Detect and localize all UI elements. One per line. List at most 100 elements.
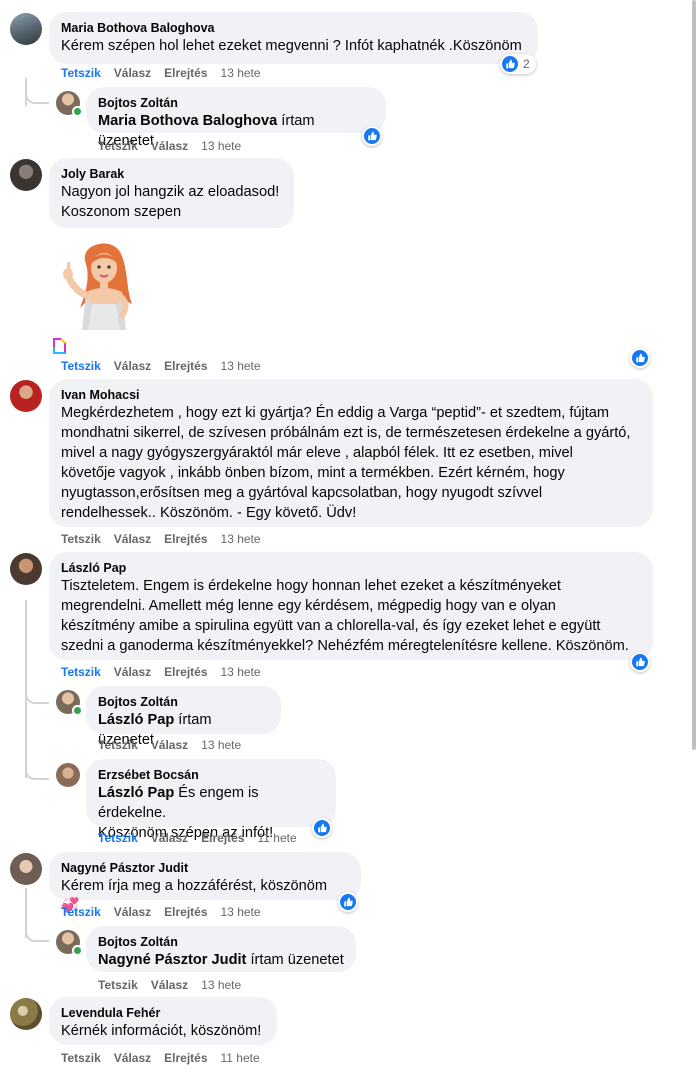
reaction-count: 2: [523, 57, 530, 71]
avatar[interactable]: [10, 159, 42, 191]
comment-author[interactable]: Levendula Fehér: [61, 1005, 265, 1021]
hide-button[interactable]: Elrejtés: [164, 359, 207, 373]
like-button[interactable]: Tetszik: [61, 905, 101, 919]
timestamp[interactable]: 13 hete: [221, 532, 261, 546]
avatar[interactable]: [10, 553, 42, 585]
thread-connector: [25, 756, 49, 780]
thread-connector: [25, 78, 49, 104]
comment-actions: Tetszik Válasz Elrejtés 11 hete: [61, 1051, 273, 1065]
comment-actions: Tetszik Válasz Elrejtés 13 hete: [61, 532, 274, 546]
like-button[interactable]: Tetszik: [61, 1051, 101, 1065]
reply-button[interactable]: Válasz: [114, 1051, 151, 1065]
avatar[interactable]: [10, 13, 42, 45]
online-status-indicator: [72, 705, 83, 716]
comment-bubble: Bojtos Zoltán Maria Bothova Baloghova ír…: [86, 87, 386, 149]
hide-button[interactable]: Elrejtés: [164, 1051, 207, 1065]
like-button[interactable]: Tetszik: [61, 665, 101, 679]
like-button[interactable]: Tetszik: [98, 831, 138, 845]
avatar[interactable]: [10, 380, 42, 412]
like-icon: [502, 56, 518, 72]
timestamp[interactable]: 13 hete: [221, 66, 261, 80]
reaction-summary[interactable]: [630, 348, 650, 368]
reaction-summary[interactable]: [312, 818, 332, 838]
comment-text: Megkérdezhetem , hogy ezt ki gyártja? Én…: [61, 405, 631, 521]
comment-text: Kérnék információt, köszönöm!: [61, 1023, 262, 1039]
avatar[interactable]: [56, 763, 80, 787]
hide-button[interactable]: Elrejtés: [164, 665, 207, 679]
thread-connector: [25, 918, 49, 942]
comment-actions: Tetszik Válasz 13 hete: [98, 139, 254, 153]
sticker-source-icon[interactable]: [53, 338, 66, 354]
reply-button[interactable]: Válasz: [114, 665, 151, 679]
like-button[interactable]: Tetszik: [98, 738, 138, 752]
like-button[interactable]: Tetszik: [61, 66, 101, 80]
comment-author[interactable]: Bojtos Zoltán: [98, 694, 269, 710]
comment-author[interactable]: Ivan Mohacsi: [61, 387, 641, 403]
comment-author[interactable]: László Pap: [61, 560, 641, 576]
comment-bubble: Bojtos Zoltán László Pap írtam üzenetet: [86, 686, 281, 748]
hide-button[interactable]: Elrejtés: [164, 66, 207, 80]
comment-text: Nagyné Pásztor Judit írtam üzenetet: [98, 950, 344, 970]
like-icon: [632, 654, 648, 670]
timestamp[interactable]: 13 hete: [201, 139, 241, 153]
like-button[interactable]: Tetszik: [98, 978, 138, 992]
comment-author[interactable]: Maria Bothova Baloghova: [61, 20, 526, 36]
reaction-summary[interactable]: [338, 892, 358, 912]
avatar[interactable]: [10, 998, 42, 1030]
like-button[interactable]: Tetszik: [61, 532, 101, 546]
timestamp[interactable]: 11 hete: [221, 1051, 260, 1065]
reply-button[interactable]: Válasz: [114, 532, 151, 546]
comment-text: Tiszteletem. Engem is érdekelne hogy hon…: [61, 578, 629, 654]
comment-actions: Tetszik Válasz 13 hete: [98, 738, 254, 752]
reply-button[interactable]: Válasz: [151, 978, 188, 992]
comment-author[interactable]: Nagyné Pásztor Judit: [61, 860, 349, 876]
comment-author[interactable]: Joly Barak: [61, 166, 282, 182]
reaction-summary[interactable]: [362, 126, 382, 146]
mention-link[interactable]: Nagyné Pásztor Judit: [98, 952, 246, 968]
scrollbar[interactable]: [692, 0, 696, 750]
like-icon: [364, 128, 380, 144]
comment-bubble: Joly Barak Nagyon jol hangzik az eloadas…: [49, 158, 294, 228]
comment-text-main: Kérem írja meg a hozzáférést, köszönöm: [61, 878, 328, 894]
comment-author[interactable]: Bojtos Zoltán: [98, 95, 374, 111]
hide-button[interactable]: Elrejtés: [164, 532, 207, 546]
like-icon: [632, 350, 648, 366]
reply-button[interactable]: Válasz: [151, 139, 188, 153]
reply-button[interactable]: Válasz: [151, 831, 188, 845]
like-button[interactable]: Tetszik: [98, 139, 138, 153]
hide-button[interactable]: Elrejtés: [201, 831, 244, 845]
like-icon: [340, 894, 356, 910]
timestamp[interactable]: 13 hete: [221, 359, 261, 373]
comment-actions: Tetszik Válasz Elrejtés 13 hete: [61, 665, 274, 679]
mention-link[interactable]: Maria Bothova Baloghova: [98, 113, 277, 129]
online-status-indicator: [72, 945, 83, 956]
timestamp[interactable]: 13 hete: [221, 905, 261, 919]
thread-connector: [25, 680, 49, 704]
timestamp[interactable]: 13 hete: [201, 738, 241, 752]
comment-bubble: Levendula Fehér Kérnék információt, kösz…: [49, 997, 277, 1045]
comment-author[interactable]: Bojtos Zoltán: [98, 934, 344, 950]
comment-bubble: Bojtos Zoltán Nagyné Pásztor Judit írtam…: [86, 926, 356, 972]
like-button[interactable]: Tetszik: [61, 359, 101, 373]
comment-text: Kérem szépen hol lehet ezeket megvenni ?…: [61, 38, 522, 54]
timestamp[interactable]: 13 hete: [221, 665, 261, 679]
timestamp[interactable]: 11 hete: [258, 831, 297, 845]
comment-author[interactable]: Erzsébet Bocsán: [98, 767, 324, 783]
reaction-summary[interactable]: [630, 652, 650, 672]
comment-bubble: Maria Bothova Baloghova Kérem szépen hol…: [49, 12, 538, 64]
comment-actions: Tetszik Válasz Elrejtés 13 hete: [61, 359, 274, 373]
comment-actions: Tetszik Válasz 13 hete: [98, 978, 254, 992]
comment-bubble: Nagyné Pásztor Judit Kérem írja meg a ho…: [49, 852, 361, 914]
reply-button[interactable]: Válasz: [114, 905, 151, 919]
hide-button[interactable]: Elrejtés: [164, 905, 207, 919]
reply-button[interactable]: Válasz: [151, 738, 188, 752]
avatar[interactable]: [10, 853, 42, 885]
comment-actions: Tetszik Válasz Elrejtés 11 hete: [98, 831, 310, 845]
sticker-image[interactable]: [56, 234, 148, 332]
mention-link[interactable]: László Pap: [98, 712, 174, 728]
reaction-summary[interactable]: 2: [500, 54, 536, 74]
reply-button[interactable]: Válasz: [114, 66, 151, 80]
reply-button[interactable]: Válasz: [114, 359, 151, 373]
timestamp[interactable]: 13 hete: [201, 978, 241, 992]
mention-link[interactable]: László Pap: [98, 785, 174, 801]
